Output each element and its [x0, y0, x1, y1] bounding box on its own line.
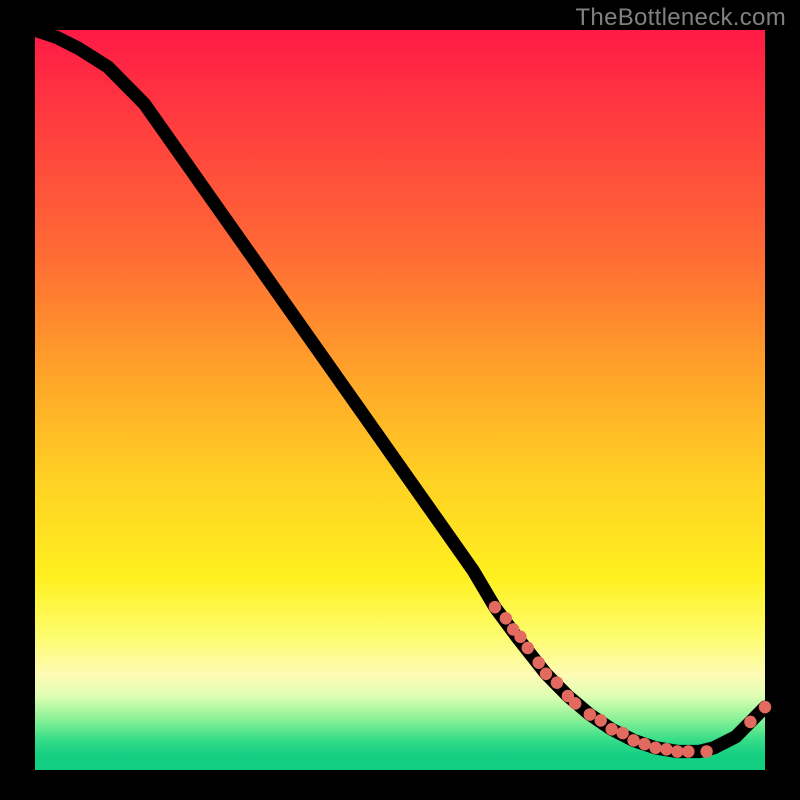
highlighted-point: [489, 601, 501, 614]
highlighted-point: [616, 727, 628, 740]
highlighted-point: [551, 676, 563, 689]
highlighted-point: [605, 723, 617, 736]
bottleneck-curve-line: [35, 30, 765, 752]
highlighted-point: [522, 642, 534, 655]
highlighted-point: [744, 716, 756, 729]
watermark-text: TheBottleneck.com: [575, 4, 786, 32]
highlighted-point: [540, 668, 552, 681]
highlighted-point: [649, 742, 661, 755]
highlighted-point: [638, 738, 650, 751]
highlighted-point: [500, 612, 512, 625]
highlighted-point: [671, 745, 683, 758]
highlighted-point: [569, 697, 581, 710]
highlighted-point: [682, 745, 694, 758]
highlighted-point: [627, 734, 639, 747]
chart-svg: [35, 30, 765, 770]
highlighted-point: [759, 701, 771, 714]
highlighted-point: [584, 708, 596, 721]
highlighted-point: [660, 743, 672, 756]
chart-frame: TheBottleneck.com: [0, 0, 800, 800]
highlighted-point: [514, 631, 526, 644]
highlighted-point: [532, 656, 544, 669]
highlighted-point: [700, 745, 712, 758]
highlighted-point: [595, 714, 607, 727]
plot-area: [35, 30, 765, 770]
